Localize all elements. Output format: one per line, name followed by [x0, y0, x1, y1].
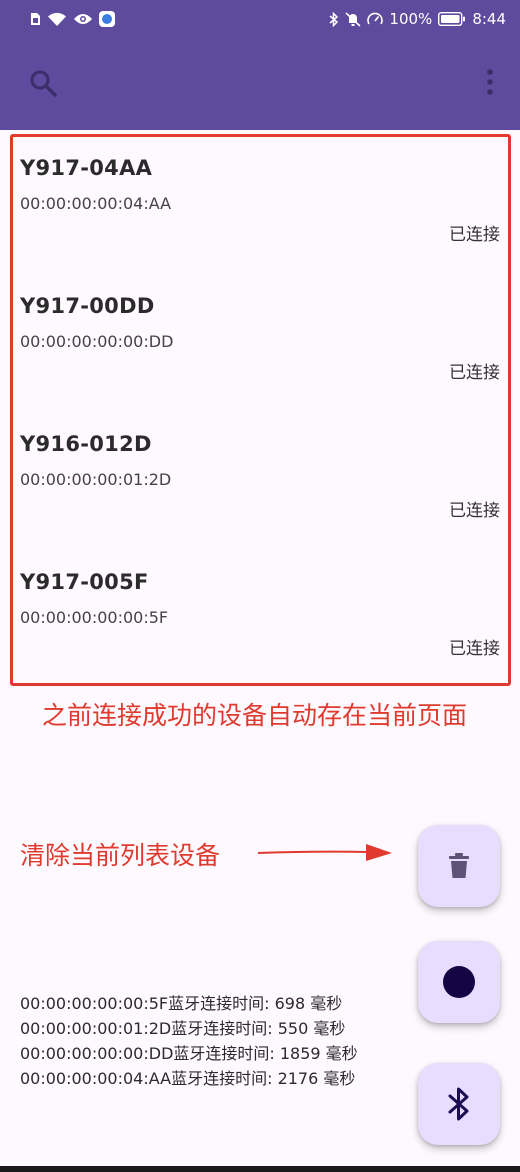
bluetooth-icon: [329, 11, 339, 27]
wifi-icon: [47, 12, 67, 27]
status-time: 8:44: [472, 10, 506, 28]
trash-icon: [449, 853, 469, 878]
eye-icon: [73, 12, 93, 26]
log-line: 00:00:00:00:01:2D蓝牙连接时间: 550 毫秒: [20, 1019, 346, 1038]
mute-icon: [345, 11, 361, 27]
record-icon: [443, 966, 475, 998]
speed-icon: [367, 12, 384, 27]
status-bar: 100% 8:44: [0, 0, 520, 38]
search-icon: [30, 70, 57, 97]
system-nav-bar: [0, 1166, 520, 1172]
status-left-icons: [30, 11, 115, 27]
annotation-arrow: [257, 844, 392, 861]
clear-devices-button[interactable]: [418, 825, 500, 907]
more-vert-icon: [487, 69, 493, 95]
record-button[interactable]: [418, 941, 500, 1023]
more-menu-button[interactable]: [480, 66, 500, 100]
annotation-highlight-box: [10, 134, 511, 686]
battery-icon: [438, 12, 466, 26]
bluetooth-icon: [448, 1087, 469, 1121]
connection-log: 00:00:00:00:00:5F蓝牙连接时间: 698 毫秒 00:00:00…: [20, 991, 420, 1091]
annotation-clear-list: 清除当前列表设备: [20, 841, 221, 870]
app-bar: [0, 38, 520, 130]
bluetooth-scan-button[interactable]: [418, 1063, 500, 1145]
status-right-icons: 100% 8:44: [329, 10, 506, 28]
app-icon: [99, 11, 115, 27]
sim-icon: [30, 12, 41, 26]
log-line: 00:00:00:00:04:AA蓝牙连接时间: 2176 毫秒: [20, 1069, 356, 1088]
log-line: 00:00:00:00:00:DD蓝牙连接时间: 1859 毫秒: [20, 1044, 358, 1063]
annotation-saved-devices: 之前连接成功的设备自动存在当前页面: [42, 701, 468, 730]
search-button[interactable]: [28, 68, 58, 98]
battery-percent: 100%: [389, 10, 433, 28]
log-line: 00:00:00:00:00:5F蓝牙连接时间: 698 毫秒: [20, 994, 343, 1013]
